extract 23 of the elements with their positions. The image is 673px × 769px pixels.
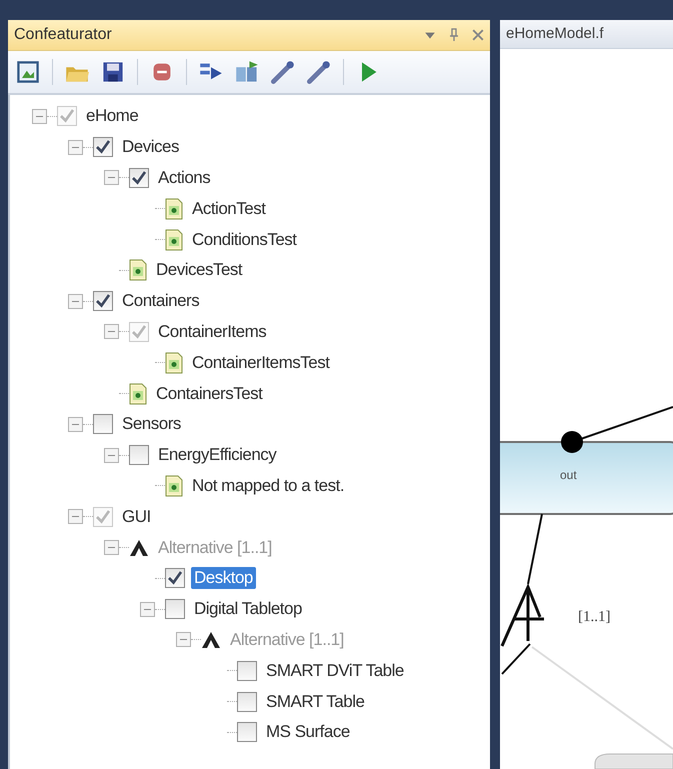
connector-line	[527, 514, 543, 584]
alternative-icon	[500, 583, 546, 648]
image-icon[interactable]	[16, 60, 40, 84]
documents-icon[interactable]	[235, 60, 259, 84]
cardinality-label: [1..1]	[578, 609, 610, 625]
panel-title: Confeaturator	[14, 26, 112, 44]
alternative-icon	[129, 538, 149, 557]
alternative-icon	[201, 630, 221, 649]
wand-icon[interactable]	[271, 60, 295, 84]
feature-node[interactable]	[594, 754, 673, 769]
wand-icon[interactable]	[307, 60, 331, 84]
document-tab[interactable]: eHomeModel.f	[500, 20, 673, 49]
test-file-icon	[129, 259, 147, 282]
port-label: out	[560, 468, 577, 482]
close-icon[interactable]	[472, 28, 484, 42]
feature-node[interactable]	[500, 431, 673, 515]
test-file-icon	[165, 474, 183, 497]
test-file-icon	[165, 198, 183, 220]
pin-icon[interactable]	[448, 28, 460, 42]
test-file-icon	[129, 382, 147, 405]
test-file-icon	[165, 352, 183, 374]
test-file-icon	[165, 228, 183, 251]
save-icon[interactable]	[101, 60, 125, 84]
